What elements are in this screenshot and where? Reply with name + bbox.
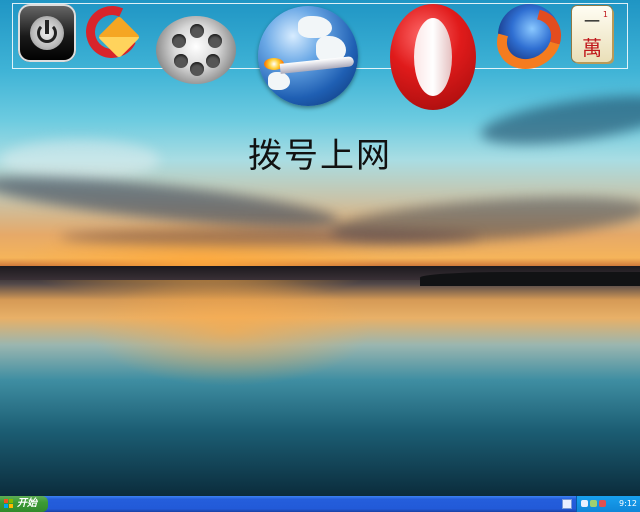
mahjong-tile-bottom: 萬 [582, 36, 602, 60]
ime-icon[interactable] [562, 499, 572, 509]
wallpaper-cloud [60, 228, 480, 246]
wallpaper-shore [420, 272, 640, 286]
globe-land [298, 16, 332, 38]
reel-hole [174, 54, 188, 68]
reel-hole [190, 24, 204, 38]
windows-flag-icon [4, 499, 14, 509]
rocket-body [279, 56, 355, 74]
desktop-wallpaper: 一 1 萬 拨号上网 [0, 0, 640, 496]
power-icon[interactable] [18, 4, 76, 62]
reel-hole [172, 34, 186, 48]
tray-arrow-icon[interactable] [581, 500, 588, 507]
taskbar-clock[interactable]: 9:12 [619, 496, 637, 512]
wallpaper-cloud [0, 140, 160, 180]
film-reel-icon[interactable] [152, 14, 242, 86]
taskbar: 开始 9:12 [0, 496, 640, 512]
globe-rocket-icon[interactable] [258, 6, 358, 106]
tray-security-icon[interactable] [599, 500, 606, 507]
globe-land [268, 72, 290, 90]
ccleaner-icon[interactable] [78, 0, 146, 66]
firefox-icon[interactable] [498, 4, 560, 66]
dialup-caption[interactable]: 拨号上网 [236, 128, 404, 177]
start-label: 开始 [17, 498, 37, 509]
mahjong-tile-icon[interactable]: 一 1 萬 [572, 6, 612, 62]
start-button[interactable]: 开始 [0, 496, 48, 512]
reel-hole [206, 54, 220, 68]
reel-hole [190, 62, 204, 76]
tray-network-icon[interactable] [590, 500, 597, 507]
system-tray: 9:12 [576, 496, 640, 512]
mahjong-tile-corner: 1 [602, 10, 608, 19]
reel-hole [208, 34, 222, 48]
wallpaper-cloud [478, 86, 640, 154]
power-symbol [30, 16, 64, 50]
opera-icon[interactable] [390, 4, 476, 110]
